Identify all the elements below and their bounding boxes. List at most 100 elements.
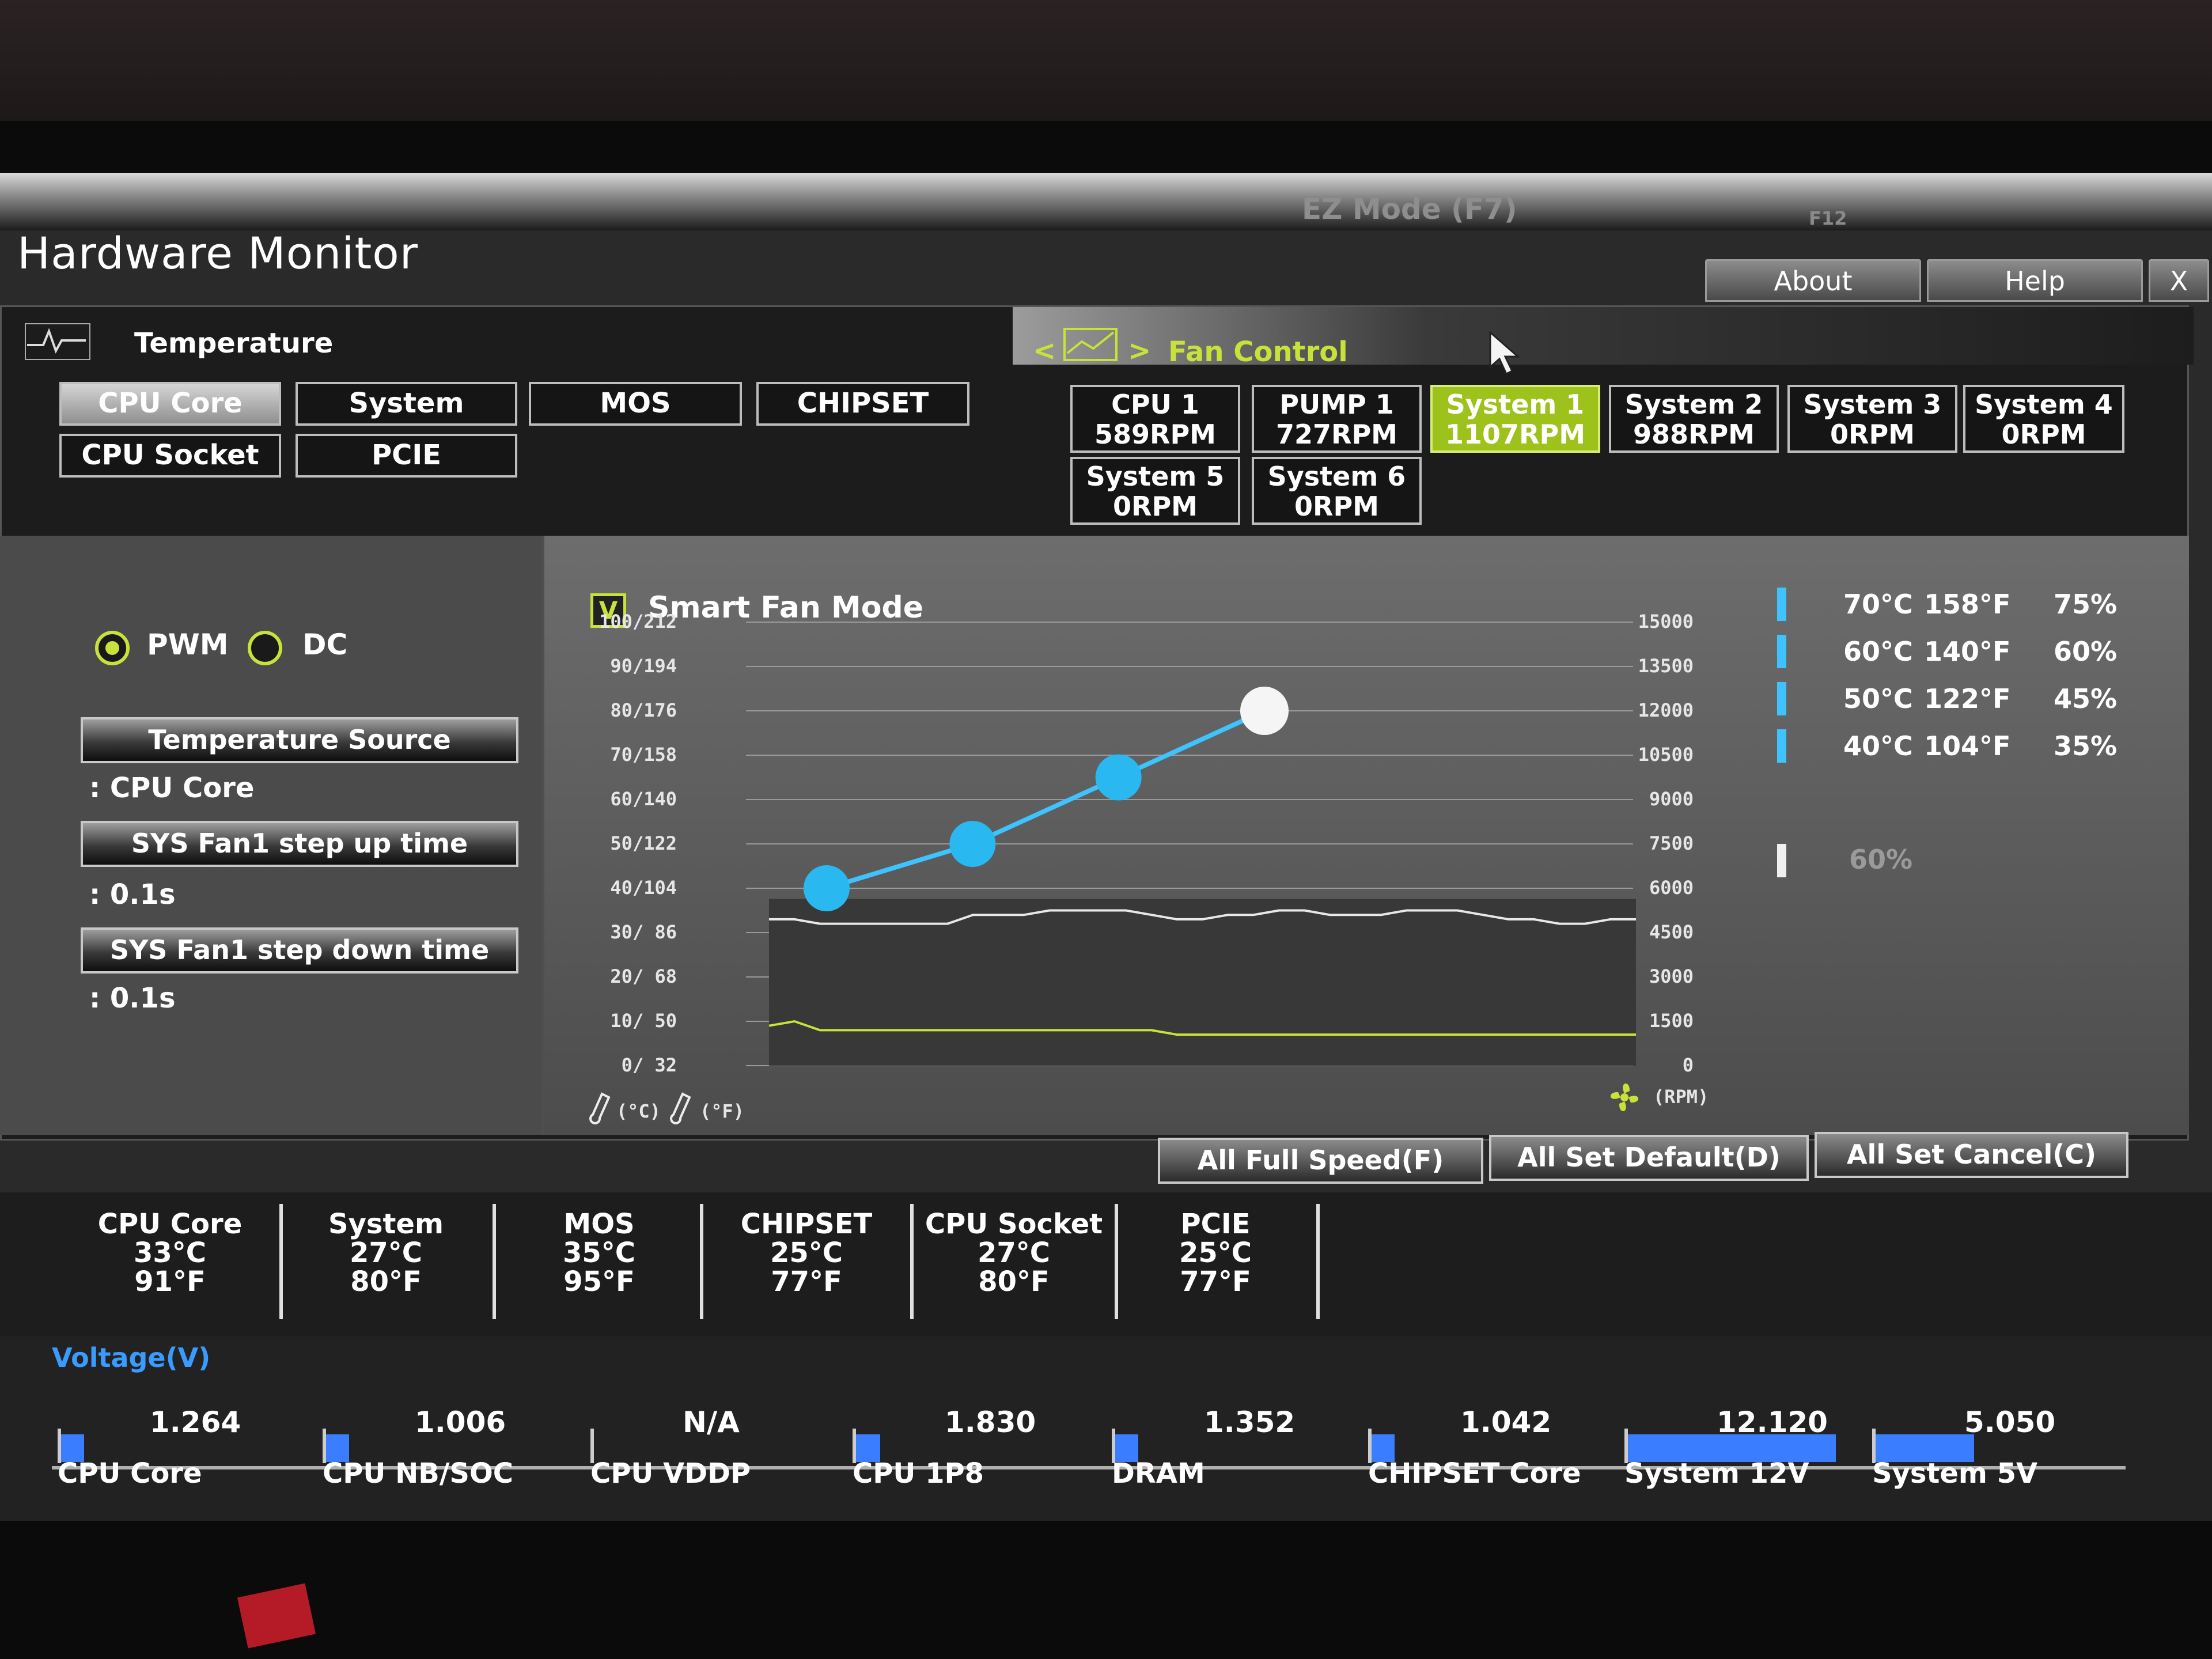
voltage-value: 5.050 [1964, 1406, 2056, 1439]
legend-c: 60°C [1843, 636, 1913, 667]
fan-rpm: 0RPM [1113, 491, 1198, 522]
fan-curve-point[interactable] [804, 865, 850, 911]
reading-celsius: 27°C [349, 1237, 423, 1269]
dc-radio[interactable] [248, 631, 282, 665]
fan-button-system1[interactable]: System 1 1107RPM [1430, 385, 1600, 453]
temp-source-cpu-socket[interactable]: CPU Socket [59, 434, 281, 478]
reading-fahrenheit: 95°F [563, 1266, 635, 1298]
voltage-value: 1.264 [150, 1406, 241, 1439]
legend-f: 158°F [1924, 589, 2011, 620]
all-full-speed-button[interactable]: All Full Speed(F) [1158, 1138, 1483, 1184]
fan-button-system3[interactable]: System 3 0RPM [1787, 385, 1957, 453]
f12-screenshot-label[interactable]: F12 [1809, 207, 1847, 229]
reading-separator [910, 1204, 914, 1319]
fan-button-system5[interactable]: System 5 0RPM [1070, 457, 1240, 525]
legend-color-bar [1777, 729, 1786, 763]
temp-source-cpu-core[interactable]: CPU Core [59, 382, 281, 426]
temperature-source-button[interactable]: Temperature Source [81, 717, 518, 763]
fan-rpm: 1107RPM [1445, 419, 1585, 450]
fan-curve-chart[interactable] [544, 536, 1777, 1135]
legend-color-bar [1777, 635, 1786, 668]
voltage-name: CHIPSET Core [1368, 1457, 1581, 1490]
temp-source-chipset[interactable]: CHIPSET [756, 382, 969, 426]
ez-mode-button[interactable]: EZ Mode (F7) [1302, 192, 1517, 226]
voltage-name: DRAM [1112, 1457, 1205, 1490]
reading-name: MOS [563, 1208, 635, 1240]
fan-rpm: 988RPM [1633, 419, 1755, 450]
reading-name: PCIE [1180, 1208, 1251, 1240]
unit-fahrenheit: (°F) [700, 1100, 745, 1122]
reading-fahrenheit: 80°F [350, 1266, 422, 1298]
voltage-value: N/A [683, 1406, 740, 1439]
fan-name: System 2 [1624, 389, 1763, 420]
reading-fahrenheit: 77°F [771, 1266, 842, 1298]
legend-current-bar [1777, 844, 1786, 877]
reading-celsius: 35°C [562, 1237, 636, 1269]
reading-separator [700, 1204, 703, 1319]
fan-rpm: 589RPM [1094, 419, 1216, 450]
legend-pct: 45% [2054, 683, 2118, 714]
legend-current-duty: 60% [1849, 844, 1913, 875]
fan-button-cpu1[interactable]: CPU 1 589RPM [1070, 385, 1240, 453]
temperature-readings: CPU Core 33°C 91°F System 27°C 80°F MOS 35°C 9… [0, 1192, 2212, 1336]
step-up-time-button[interactable]: SYS Fan1 step up time [81, 821, 518, 867]
reading-fahrenheit: 77°F [1180, 1266, 1251, 1298]
legend-c: 70°C [1843, 589, 1913, 620]
legend-f: 122°F [1924, 683, 2011, 714]
reading-separator [493, 1204, 496, 1319]
all-set-cancel-button[interactable]: All Set Cancel(C) [1815, 1132, 2128, 1178]
bios-screen: EZ Mode (F7) F12 Hardware Monitor About … [0, 173, 2212, 1521]
legend-pct: 35% [2054, 730, 2118, 762]
step-down-time-button[interactable]: SYS Fan1 step down time [81, 927, 518, 974]
fan-button-system4[interactable]: System 4 0RPM [1963, 385, 2124, 453]
about-button[interactable]: About [1705, 259, 1921, 302]
reading-system: System 27°C 80°F [291, 1210, 481, 1296]
temp-source-mos[interactable]: MOS [529, 382, 742, 426]
thermometer-icon [585, 1092, 613, 1128]
mouse-cursor-icon [1488, 330, 1522, 378]
smart-fan-graph-pane: V Smart Fan Mode 100/212 90/194 80/176 70/1… [544, 536, 2189, 1135]
legend-color-bar [1777, 682, 1786, 715]
reading-celsius: 25°C [770, 1237, 843, 1269]
close-button[interactable]: X [2149, 259, 2209, 302]
all-set-default-button[interactable]: All Set Default(D) [1489, 1135, 1809, 1181]
dc-label: DC [302, 628, 348, 661]
reading-name: CPU Core [97, 1208, 243, 1240]
fan-rpm: 0RPM [2001, 419, 2086, 450]
fan-curve-point[interactable] [1095, 754, 1142, 801]
reading-cpu-socket: CPU Socket 27°C 80°F [919, 1210, 1109, 1296]
voltage-value: 1.830 [945, 1406, 1036, 1439]
fan-name: PUMP 1 [1279, 389, 1394, 420]
fan-name: System 3 [1803, 389, 1942, 420]
fan-control-icon [1062, 324, 1119, 365]
fan-rpm: 727RPM [1276, 419, 1397, 450]
voltage-section: Voltage(V) 1.264 CPU Core 1.006 CPU NB/SOC N… [0, 1336, 2212, 1521]
voltage-name: System 12V [1624, 1457, 1809, 1490]
voltage-value: 1.006 [415, 1406, 506, 1439]
temperature-source-value: : CPU Core [89, 772, 255, 804]
voltage-value: 1.042 [1460, 1406, 1552, 1439]
step-up-time-value: : 0.1s [89, 878, 176, 911]
help-button[interactable]: Help [1927, 259, 2143, 302]
fan-curve-point[interactable] [1240, 687, 1289, 735]
pwm-radio[interactable] [95, 631, 130, 665]
reading-celsius: 25°C [1179, 1237, 1252, 1269]
unit-rpm: (RPM) [1653, 1086, 1709, 1108]
reading-cpu-core: CPU Core 33°C 91°F [75, 1210, 265, 1296]
fan-rpm: 0RPM [1294, 491, 1379, 522]
reading-separator [1316, 1204, 1320, 1319]
fan-prev-arrow[interactable]: < [1033, 335, 1056, 387]
reading-name: System [328, 1208, 444, 1240]
voltage-name: System 5V [1872, 1457, 2038, 1490]
step-down-time-value: : 0.1s [89, 982, 176, 1014]
fan-button-system6[interactable]: System 6 0RPM [1252, 457, 1422, 525]
temp-source-system[interactable]: System [296, 382, 517, 426]
bios-top-strip: EZ Mode (F7) F12 [0, 173, 2212, 230]
legend-f: 104°F [1924, 730, 2011, 762]
fan-button-system2[interactable]: System 2 988RPM [1609, 385, 1779, 453]
fan-button-pump1[interactable]: PUMP 1 727RPM [1252, 385, 1422, 453]
temp-source-pcie[interactable]: PCIE [296, 434, 517, 478]
fan-next-arrow[interactable]: > [1128, 335, 1151, 387]
fan-curve-point[interactable] [949, 821, 996, 867]
legend-pct: 60% [2054, 636, 2118, 667]
